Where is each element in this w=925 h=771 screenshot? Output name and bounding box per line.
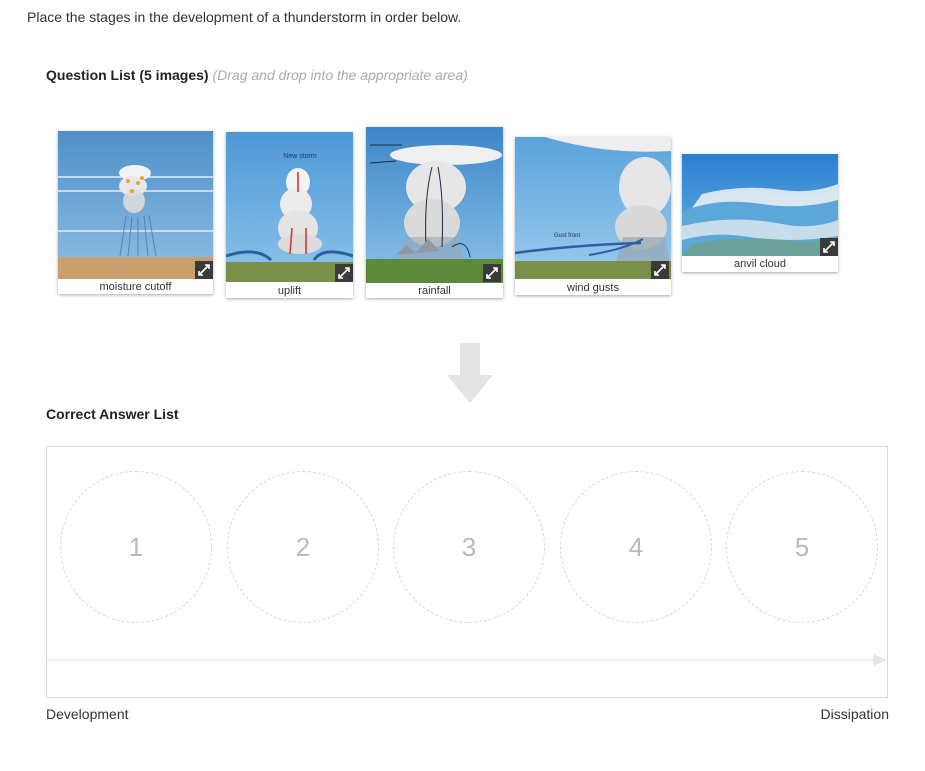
expand-icon <box>654 264 666 276</box>
image-label: Gust front <box>554 233 581 239</box>
drag-hint: (Drag and drop into the appropriate area… <box>212 67 468 83</box>
card-caption: rainfall <box>418 285 451 297</box>
expand-button[interactable] <box>820 238 838 256</box>
answer-drop-area[interactable]: 1 2 3 4 5 <box>46 446 888 698</box>
card-caption: moisture cutoff <box>99 281 172 293</box>
wind-gusts-image: Gust front <box>515 137 671 279</box>
drop-slot-3[interactable]: 3 <box>393 471 545 623</box>
answer-list-heading: Correct Answer List <box>46 406 179 422</box>
prompt-text: Place the stages in the development of a… <box>27 9 462 25</box>
image-label: New storm <box>283 153 317 160</box>
drop-slot-4[interactable]: 4 <box>560 471 712 623</box>
anvil-cloud-image <box>682 154 838 256</box>
image-card-rainfall[interactable]: rainfall <box>366 127 503 298</box>
expand-icon <box>338 267 350 279</box>
card-caption: anvil cloud <box>734 258 786 270</box>
expand-icon <box>823 241 835 253</box>
question-list-title: Question List (5 images) <box>46 67 209 83</box>
drop-slot-1[interactable]: 1 <box>60 471 212 623</box>
image-card-uplift[interactable]: New storm uplift <box>226 132 353 298</box>
expand-button[interactable] <box>195 261 213 279</box>
scale-label-dissipation: Dissipation <box>820 706 889 722</box>
moisture-cutoff-image <box>58 131 213 279</box>
card-caption: wind gusts <box>567 282 619 294</box>
expand-icon <box>486 267 498 279</box>
image-card-anvil-cloud[interactable]: anvil cloud <box>682 154 838 272</box>
image-card-moisture-cutoff[interactable]: moisture cutoff <box>58 131 213 294</box>
card-caption: uplift <box>277 285 302 297</box>
question-list-heading: Question List (5 images) (Drag and drop … <box>46 67 468 83</box>
rainfall-image <box>366 127 503 283</box>
expand-button[interactable] <box>483 264 501 282</box>
expand-button[interactable] <box>335 264 353 282</box>
drop-slot-5[interactable]: 5 <box>726 471 878 623</box>
arrow-down-icon <box>447 343 493 403</box>
scale-label-development: Development <box>46 706 129 722</box>
uplift-image: New storm <box>226 132 353 282</box>
image-card-wind-gusts[interactable]: Gust front wind gusts <box>515 137 671 295</box>
drop-slot-2[interactable]: 2 <box>227 471 379 623</box>
expand-button[interactable] <box>651 261 669 279</box>
timeline-arrow-icon <box>47 654 887 666</box>
expand-icon <box>198 264 210 276</box>
